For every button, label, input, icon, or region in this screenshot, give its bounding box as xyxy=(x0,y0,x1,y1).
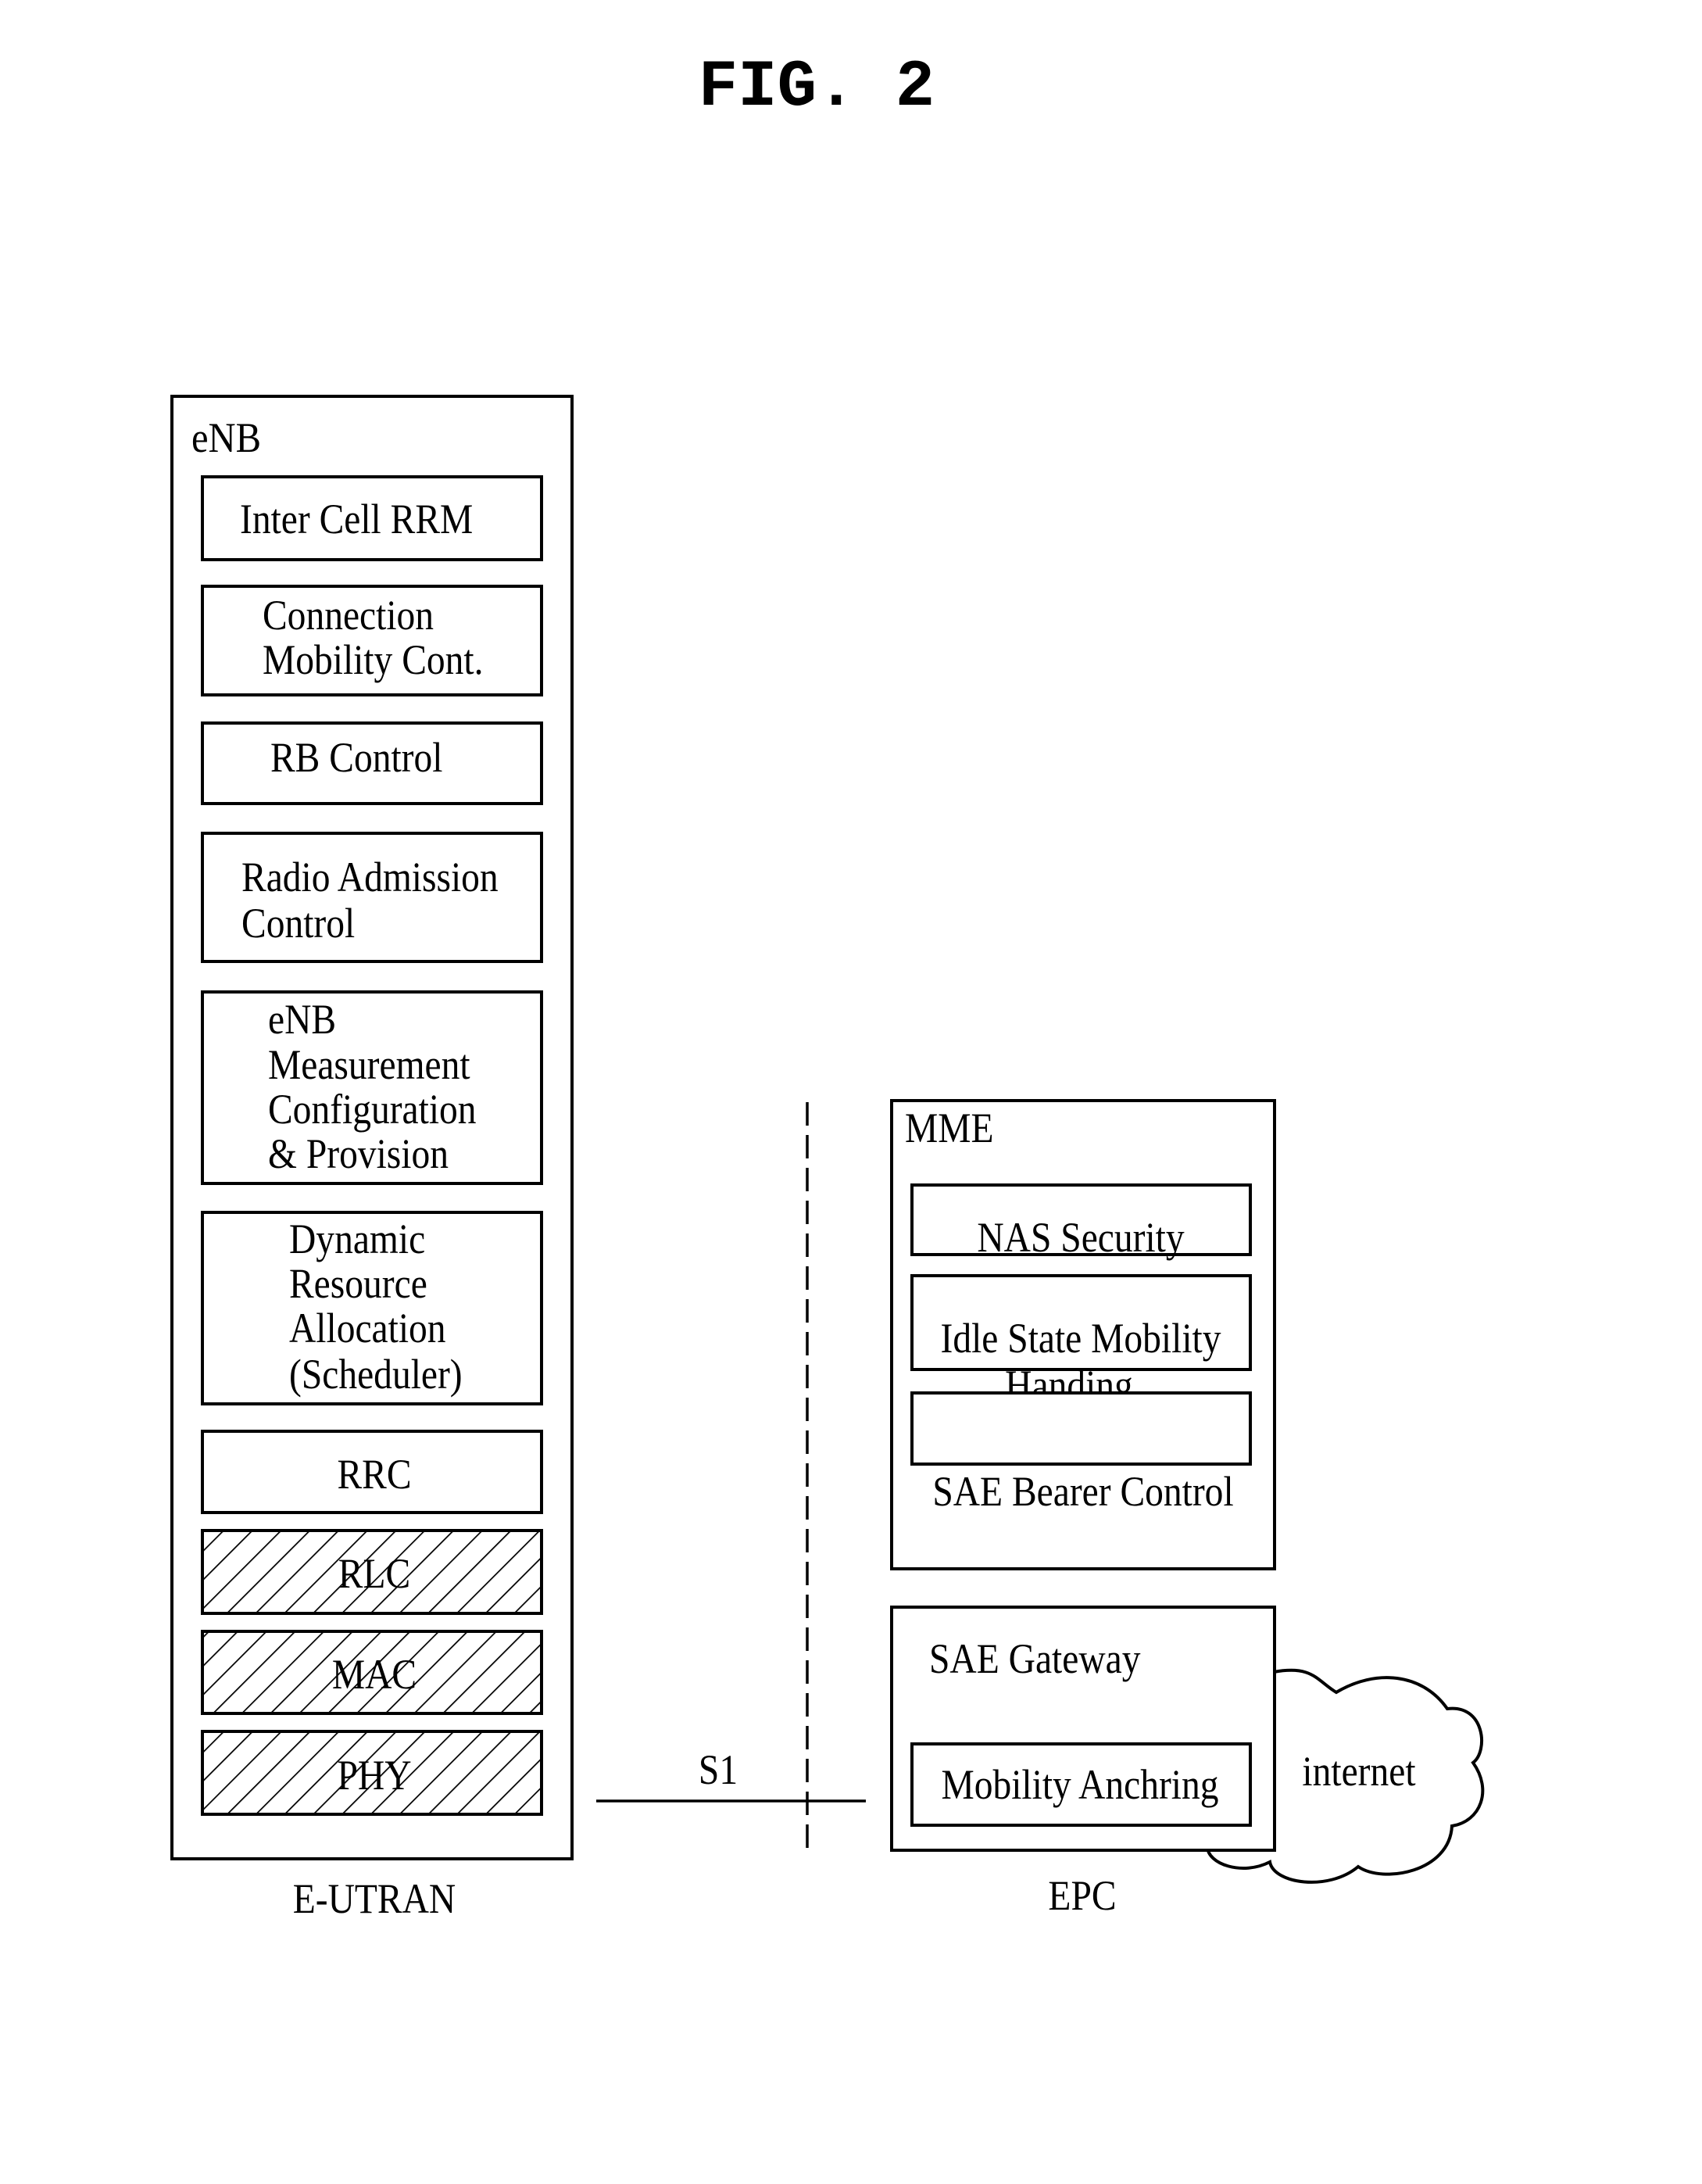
enb-function-phy: PHY xyxy=(201,1730,543,1816)
epc-caption: EPC xyxy=(1048,1873,1116,1919)
sae-gateway-function-mobility-anchoring: Mobility Anchring xyxy=(910,1742,1252,1827)
function-label: RRC xyxy=(337,1452,411,1498)
enb-function-dynamic-resource-allocation: Dynamic Resource Allocation (Scheduler) xyxy=(201,1211,543,1405)
enb-function-rb-control: RB Control xyxy=(201,721,543,805)
function-label-line: Control xyxy=(241,900,355,947)
figure-title: FIG. 2 xyxy=(699,51,935,125)
sae-gateway-node: SAE Gateway Mobility Anchring xyxy=(890,1606,1276,1852)
function-label: Mobility Anchring xyxy=(941,1762,1218,1808)
function-label-line: Configuration xyxy=(268,1087,477,1133)
enb-function-rrc: RRC xyxy=(201,1430,543,1514)
function-label: RB Control xyxy=(270,735,442,781)
function-label-line: (Scheduler) xyxy=(289,1352,463,1398)
function-label: NAS Security xyxy=(977,1215,1185,1261)
enb-function-radio-admission-control: Radio Admission Control xyxy=(201,832,543,963)
mme-function-nas-security: NAS Security xyxy=(910,1183,1252,1262)
enb-node: eNB Inter Cell RRM Connection Mobility C… xyxy=(170,395,574,1860)
function-label-line: eNB xyxy=(268,997,336,1043)
function-label-line: Connection xyxy=(263,593,434,639)
mme-label: MME xyxy=(905,1105,994,1151)
function-label: PHY xyxy=(337,1753,411,1799)
enb-function-inter-cell-rrm: Inter Cell RRM xyxy=(201,475,543,561)
enb-function-mac: MAC xyxy=(201,1630,543,1715)
function-label: Inter Cell RRM xyxy=(240,496,473,542)
function-label-line: & Provision xyxy=(268,1131,449,1177)
enb-function-connection-mobility-control: Connection Mobility Cont. xyxy=(201,585,543,696)
enb-label: eNB xyxy=(191,415,261,462)
function-label-line: Mobility Cont. xyxy=(263,637,483,683)
internet-label: internet xyxy=(1302,1749,1415,1795)
sae-gateway-label: SAE Gateway xyxy=(929,1636,1141,1682)
function-label: SAE Bearer Control xyxy=(932,1469,1233,1515)
enb-function-rlc: RLC xyxy=(201,1529,543,1615)
function-label-line: Resource xyxy=(289,1261,427,1307)
mme-function-sae-bearer-control: SAE Bearer Control xyxy=(910,1391,1252,1516)
function-label-line: Dynamic xyxy=(289,1216,425,1262)
lte-architecture-diagram: FIG. 2 eNB Inter Cell RRM Connection Mob… xyxy=(170,51,1485,1923)
e-utran-caption: E-UTRAN xyxy=(293,1876,456,1922)
function-label: MAC xyxy=(332,1652,417,1698)
function-label-line: Allocation xyxy=(289,1305,446,1352)
s1-label: S1 xyxy=(699,1747,738,1793)
function-label: RLC xyxy=(338,1551,410,1597)
s1-interface: S1 xyxy=(596,1747,866,1803)
function-label-line: Radio Admission xyxy=(241,854,499,900)
function-label-line: Idle State Mobility xyxy=(941,1316,1222,1362)
function-label-line: Measurement xyxy=(268,1042,470,1088)
mme-node: MME NAS Security Idle State Mobility Han… xyxy=(890,1099,1276,1570)
function-box xyxy=(910,1391,1252,1466)
enb-function-measurement-configuration: eNB Measurement Configuration & Provisio… xyxy=(201,990,543,1185)
